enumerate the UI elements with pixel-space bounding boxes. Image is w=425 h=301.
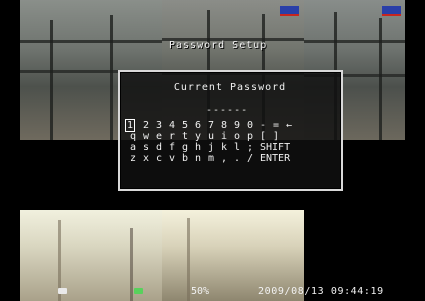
key-m[interactable]: m xyxy=(208,153,214,164)
key-3[interactable]: 3 xyxy=(156,120,162,131)
key-semicolon[interactable]: ; xyxy=(247,142,253,153)
keyboard-row-3: a s d f g h j k l ; SHIFT xyxy=(126,142,336,153)
key-f[interactable]: f xyxy=(169,142,175,153)
key-j[interactable]: j xyxy=(208,142,214,153)
left-border xyxy=(0,0,20,301)
password-field[interactable]: ------ xyxy=(206,105,248,116)
key-equals[interactable]: = xyxy=(273,120,279,131)
key-0[interactable]: 0 xyxy=(247,120,253,131)
shift-key[interactable]: SHIFT xyxy=(260,142,290,153)
right-border xyxy=(405,0,425,301)
page-title: Password Setup xyxy=(169,40,268,51)
key-y[interactable]: y xyxy=(195,131,201,142)
key-7[interactable]: 7 xyxy=(208,120,214,131)
keyboard-row-1: 1 2 3 4 5 6 7 8 9 0 - = ← xyxy=(124,119,336,132)
key-s[interactable]: s xyxy=(143,142,149,153)
key-h[interactable]: h xyxy=(195,142,201,153)
dialog-title: Current Password xyxy=(173,82,287,93)
brand-logo-icon xyxy=(280,6,299,16)
key-9[interactable]: 9 xyxy=(234,120,240,131)
key-6[interactable]: 6 xyxy=(195,120,201,131)
key-w[interactable]: w xyxy=(143,131,149,142)
key-i[interactable]: i xyxy=(221,131,227,142)
key-o[interactable]: o xyxy=(234,131,240,142)
key-t[interactable]: t xyxy=(182,131,188,142)
key-e[interactable]: e xyxy=(156,131,162,142)
key-l[interactable]: l xyxy=(234,142,240,153)
key-x[interactable]: x xyxy=(143,153,149,164)
dvr-screen: Password Setup Current Password ------ 1… xyxy=(0,0,425,301)
camera-icon xyxy=(58,288,67,294)
key-right-bracket[interactable]: ] xyxy=(273,131,279,142)
key-5[interactable]: 5 xyxy=(182,120,188,131)
status-bar: 50% 2009/08/13 09:44:19 xyxy=(0,286,425,298)
key-b[interactable]: b xyxy=(182,153,188,164)
key-comma[interactable]: , xyxy=(221,153,227,164)
key-minus[interactable]: - xyxy=(260,120,266,131)
password-dialog: Current Password ------ 1 2 3 4 5 6 7 8 … xyxy=(118,70,343,191)
key-period[interactable]: . xyxy=(234,153,240,164)
key-p[interactable]: p xyxy=(247,131,253,142)
brand-logo-icon xyxy=(382,6,401,16)
key-d[interactable]: d xyxy=(156,142,162,153)
backspace-icon[interactable]: ← xyxy=(286,120,292,131)
camera-icon xyxy=(134,288,143,294)
key-left-bracket[interactable]: [ xyxy=(260,131,266,142)
key-c[interactable]: c xyxy=(156,153,162,164)
virtual-keyboard: 1 2 3 4 5 6 7 8 9 0 - = ← q w e r t y u … xyxy=(124,119,336,164)
key-2[interactable]: 2 xyxy=(143,120,149,131)
key-slash[interactable]: / xyxy=(247,153,253,164)
key-r[interactable]: r xyxy=(169,131,175,142)
key-z[interactable]: z xyxy=(130,153,136,164)
key-u[interactable]: u xyxy=(208,131,214,142)
key-4[interactable]: 4 xyxy=(169,120,175,131)
key-1[interactable]: 1 xyxy=(124,119,136,132)
key-g[interactable]: g xyxy=(182,142,188,153)
datetime-readout: 2009/08/13 09:44:19 xyxy=(258,286,384,297)
key-8[interactable]: 8 xyxy=(221,120,227,131)
status-percentage: 50% xyxy=(191,286,210,297)
keyboard-row-2: q w e r t y u i o p [ ] xyxy=(126,131,336,142)
key-q[interactable]: q xyxy=(130,131,136,142)
key-k[interactable]: k xyxy=(221,142,227,153)
keyboard-row-4: z x c v b n m , . / ENTER xyxy=(126,153,336,164)
enter-key[interactable]: ENTER xyxy=(260,153,290,164)
key-v[interactable]: v xyxy=(169,153,175,164)
key-a[interactable]: a xyxy=(130,142,136,153)
key-n[interactable]: n xyxy=(195,153,201,164)
